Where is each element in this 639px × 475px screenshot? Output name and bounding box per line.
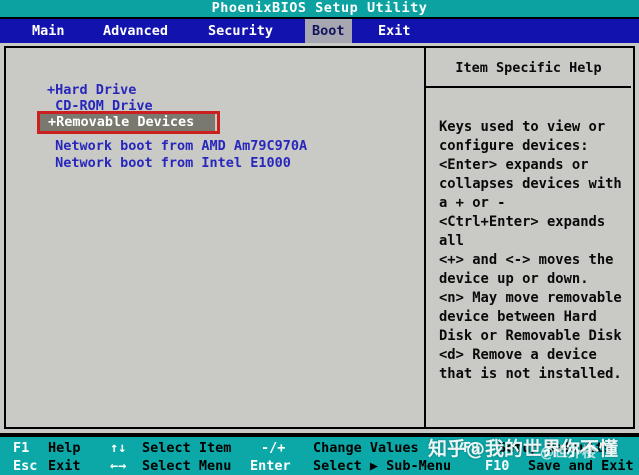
main-panel: +Hard Drive CD-ROM Drive +Removable Devi…	[4, 46, 635, 429]
key-minusplus: -/+	[261, 440, 286, 456]
help-line: <Ctrl+Enter> expands	[439, 214, 606, 230]
key-leftright-label: Select Menu	[142, 458, 232, 474]
tab-exit[interactable]: Exit	[378, 19, 411, 43]
boot-item-hard-drive[interactable]: +Hard Drive	[47, 82, 136, 98]
tab-main[interactable]: Main	[32, 19, 65, 43]
help-line: device up or down.	[439, 271, 589, 287]
help-panel: Item Specific Help Keys used to view or …	[424, 48, 631, 427]
help-line: <Enter> expands or	[439, 157, 589, 173]
key-enter: Enter	[250, 458, 291, 474]
tab-boot[interactable]: Boot	[305, 19, 352, 43]
help-line: collapses devices with	[439, 176, 622, 192]
key-esc-label: Exit	[48, 458, 81, 474]
key-f1-label: Help	[48, 440, 81, 456]
key-f9: F9	[463, 440, 480, 456]
help-line: that is not installed.	[439, 366, 622, 382]
key-leftright-icon: ←→	[110, 458, 127, 474]
boot-item-network-intel[interactable]: Network boot from Intel E1000	[47, 155, 291, 171]
key-f10: F10	[485, 458, 510, 474]
key-legend-bar: F1 Help ↑↓ Select Item -/+ Change Values…	[0, 437, 639, 475]
key-f10-label: Save and Exit	[528, 458, 634, 474]
key-minusplus-label: Change Values	[313, 440, 419, 456]
help-panel-title: Item Specific Help	[426, 48, 631, 88]
tab-advanced[interactable]: Advanced	[103, 19, 168, 43]
title-bar: PhoenixBIOS Setup Utility	[0, 0, 639, 17]
boot-item-network-amd[interactable]: Network boot from AMD Am79C970A	[47, 138, 307, 154]
key-enter-label: Select ▶ Sub-Menu	[313, 458, 452, 474]
help-line: device between Hard	[439, 309, 597, 325]
menu-bar: Main Advanced Security Boot Exit	[0, 19, 639, 43]
boot-item-cdrom-drive[interactable]: CD-ROM Drive	[47, 98, 153, 114]
key-updown-icon: ↑↓	[110, 440, 127, 456]
boot-item-removable-devices[interactable]: +Removable Devices	[40, 114, 215, 131]
help-line: all	[439, 233, 464, 249]
help-panel-body: Keys used to view or configure devices: …	[426, 88, 631, 384]
bios-setup-screen: PhoenixBIOS Setup Utility Main Advanced …	[0, 0, 639, 475]
help-line: <d> Remove a device	[439, 347, 597, 363]
help-line: a + or -	[439, 195, 506, 211]
tab-security[interactable]: Security	[208, 19, 273, 43]
help-line: <n> May move removable	[439, 290, 622, 306]
page-title: PhoenixBIOS Setup Utility	[211, 0, 428, 16]
key-esc: Esc	[13, 458, 38, 474]
key-f9-label: Setup Defaults	[498, 440, 612, 456]
key-f1: F1	[13, 440, 30, 456]
help-line: <+> and <-> moves the	[439, 252, 614, 268]
help-line: configure devices:	[439, 138, 589, 154]
key-updown-label: Select Item	[142, 440, 232, 456]
help-line: Keys used to view or	[439, 119, 606, 135]
help-line: Disk or Removable Disk	[439, 328, 622, 344]
